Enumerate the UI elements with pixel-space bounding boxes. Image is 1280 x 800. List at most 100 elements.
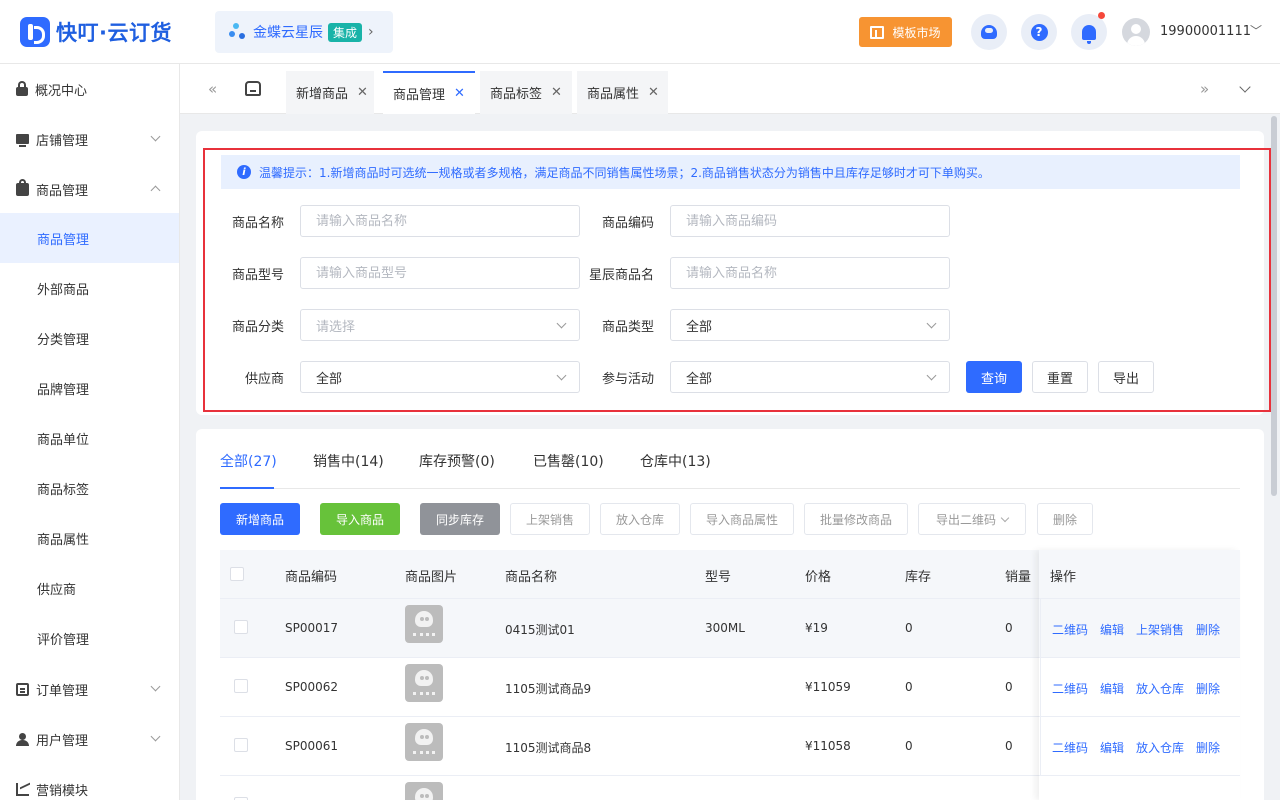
tab-product-management[interactable]: 商品管理 ✕: [383, 71, 475, 114]
product-type-select[interactable]: 全部: [670, 309, 950, 341]
sidebar-item-marketing[interactable]: 营销模块: [0, 764, 179, 800]
sidebar-item-orders[interactable]: 订单管理: [0, 664, 179, 714]
column-header: 商品图片: [405, 570, 458, 585]
category-select[interactable]: 请选择: [300, 309, 580, 341]
product-name: 1105测试商品8: [505, 741, 592, 755]
edit-link[interactable]: 编辑: [1100, 680, 1124, 697]
product-stock: 0: [905, 739, 913, 753]
product-code-field[interactable]: [670, 205, 950, 237]
sidebar-subitem-reviews[interactable]: 评价管理: [0, 613, 179, 663]
activity-label: 参与活动: [601, 372, 654, 387]
sidebar-subitem-suppliers[interactable]: 供应商: [0, 563, 179, 613]
tabs-menu-chevron-icon[interactable]: [1239, 81, 1251, 93]
home-icon[interactable]: [245, 81, 261, 96]
sidebar-subitem-tags[interactable]: 商品标签: [0, 463, 179, 513]
status-tab-stock-warning[interactable]: 库存预警(0): [419, 451, 495, 471]
select-all-checkbox[interactable]: [230, 567, 244, 581]
supplier-select[interactable]: 全部: [300, 361, 580, 393]
import-attributes-button[interactable]: 导入商品属性: [690, 503, 794, 535]
marketing-icon: [16, 782, 29, 796]
xc-product-name-input[interactable]: [686, 265, 949, 281]
status-tab-all[interactable]: 全部(27): [220, 451, 277, 471]
sync-stock-button[interactable]: 同步库存: [420, 503, 500, 535]
template-market-button[interactable]: 模板市场: [859, 17, 952, 47]
column-header: 价格: [805, 570, 832, 585]
row-checkbox[interactable]: [234, 620, 248, 634]
on-sale-button[interactable]: 上架销售: [510, 503, 590, 535]
sidebar-subitem-external-products[interactable]: 外部商品: [0, 263, 179, 313]
product-model-input[interactable]: [316, 265, 579, 281]
edit-link[interactable]: 编辑: [1100, 739, 1124, 756]
to-warehouse-link[interactable]: 放入仓库: [1136, 739, 1184, 756]
chevron-down-icon[interactable]: ﹀: [1250, 22, 1262, 39]
sidebar-subitem-units[interactable]: 商品单位: [0, 413, 179, 463]
page-scrollbar[interactable]: [1271, 116, 1277, 496]
qrcode-link[interactable]: 二维码: [1052, 680, 1088, 697]
xc-product-name-label: 星辰商品名: [588, 268, 654, 283]
sidebar-subitem-categories[interactable]: 分类管理: [0, 313, 179, 363]
to-warehouse-button[interactable]: 放入仓库: [600, 503, 680, 535]
chevron-down-icon: [926, 370, 937, 381]
template-market-label: 模板市场: [892, 25, 941, 40]
delete-button[interactable]: 删除: [1037, 503, 1093, 535]
bell-icon: [1082, 24, 1096, 44]
logo[interactable]: 快叮·云订货: [20, 17, 172, 47]
sidebar-subitem-product-management[interactable]: 商品管理: [0, 213, 179, 263]
logo-text: 快叮·云订货: [56, 21, 172, 45]
tab-add-product[interactable]: 新增商品 ✕: [286, 71, 374, 114]
product-sales: 0: [1005, 621, 1013, 635]
help-button[interactable]: ?: [1021, 14, 1057, 50]
row-checkbox[interactable]: [234, 738, 248, 752]
import-product-button[interactable]: 导入商品: [320, 503, 400, 535]
edit-link[interactable]: 编辑: [1100, 621, 1124, 638]
scroll-tabs-right-icon[interactable]: »: [1200, 80, 1209, 98]
sidebar-item-overview[interactable]: 概况中心: [0, 64, 179, 114]
export-button[interactable]: 导出: [1098, 361, 1154, 393]
close-icon[interactable]: ✕: [454, 86, 465, 101]
on-sale-link[interactable]: 上架销售: [1136, 621, 1184, 638]
customer-service-button[interactable]: [971, 14, 1007, 50]
tab-product-attributes[interactable]: 商品属性 ✕: [577, 71, 668, 114]
export-qr-label: 导出二维码: [935, 512, 996, 527]
product-code-input[interactable]: [686, 213, 949, 229]
qrcode-link[interactable]: 二维码: [1052, 739, 1088, 756]
row-operations: 二维码 编辑 放入仓库 删除: [1040, 717, 1240, 775]
query-button[interactable]: 查询: [966, 361, 1022, 393]
xc-product-name-field[interactable]: [670, 257, 950, 289]
product-model-field[interactable]: [300, 257, 580, 289]
page-tabs-bar: « 新增商品 ✕ 商品管理 ✕ 商品标签 ✕ 商品属性 ✕ »: [180, 64, 1280, 114]
product-name-input[interactable]: [316, 213, 579, 229]
status-tab-on-sale[interactable]: 销售中(14): [313, 451, 384, 471]
to-warehouse-link[interactable]: 放入仓库: [1136, 680, 1184, 697]
status-tab-in-warehouse[interactable]: 仓库中(13): [640, 451, 711, 471]
product-name-field[interactable]: [300, 205, 580, 237]
row-checkbox[interactable]: [234, 679, 248, 693]
sidebar-item-users[interactable]: 用户管理: [0, 714, 179, 764]
activity-select[interactable]: 全部: [670, 361, 950, 393]
order-icon: [16, 682, 29, 696]
delete-link[interactable]: 删除: [1196, 621, 1220, 638]
tip-banner: i 温馨提示：1.新增商品时可选统一规格或者多规格，满足商品不同销售属性场景；2…: [221, 155, 1240, 189]
delete-link[interactable]: 删除: [1196, 739, 1220, 756]
status-tab-sold-out[interactable]: 已售罄(10): [533, 451, 604, 471]
sidebar-subitem-brands[interactable]: 品牌管理: [0, 363, 179, 413]
batch-edit-button[interactable]: 批量修改商品: [804, 503, 908, 535]
user-name[interactable]: 19900001111: [1160, 24, 1251, 39]
close-icon[interactable]: ✕: [551, 85, 562, 100]
delete-link[interactable]: 删除: [1196, 680, 1220, 697]
close-icon[interactable]: ✕: [648, 85, 659, 100]
close-icon[interactable]: ✕: [357, 85, 368, 100]
export-qr-dropdown[interactable]: 导出二维码: [918, 503, 1026, 535]
reset-button[interactable]: 重置: [1032, 361, 1088, 393]
kingdee-integration-entry[interactable]: 金蝶云星辰 集成 ›: [215, 11, 393, 53]
notification-button[interactable]: [1071, 12, 1107, 50]
sidebar-item-products[interactable]: 商品管理: [0, 164, 179, 214]
tab-product-tags[interactable]: 商品标签 ✕: [480, 71, 572, 114]
sidebar-subitem-attributes[interactable]: 商品属性: [0, 513, 179, 563]
avatar[interactable]: [1122, 18, 1150, 46]
scroll-tabs-left-icon[interactable]: «: [208, 80, 217, 98]
sidebar-item-store[interactable]: 店铺管理: [0, 114, 179, 164]
qrcode-link[interactable]: 二维码: [1052, 621, 1088, 638]
top-header: 快叮·云订货 金蝶云星辰 集成 › 模板市场 ? 19900001111 ﹀: [0, 0, 1280, 64]
add-product-button[interactable]: 新增商品: [220, 503, 300, 535]
